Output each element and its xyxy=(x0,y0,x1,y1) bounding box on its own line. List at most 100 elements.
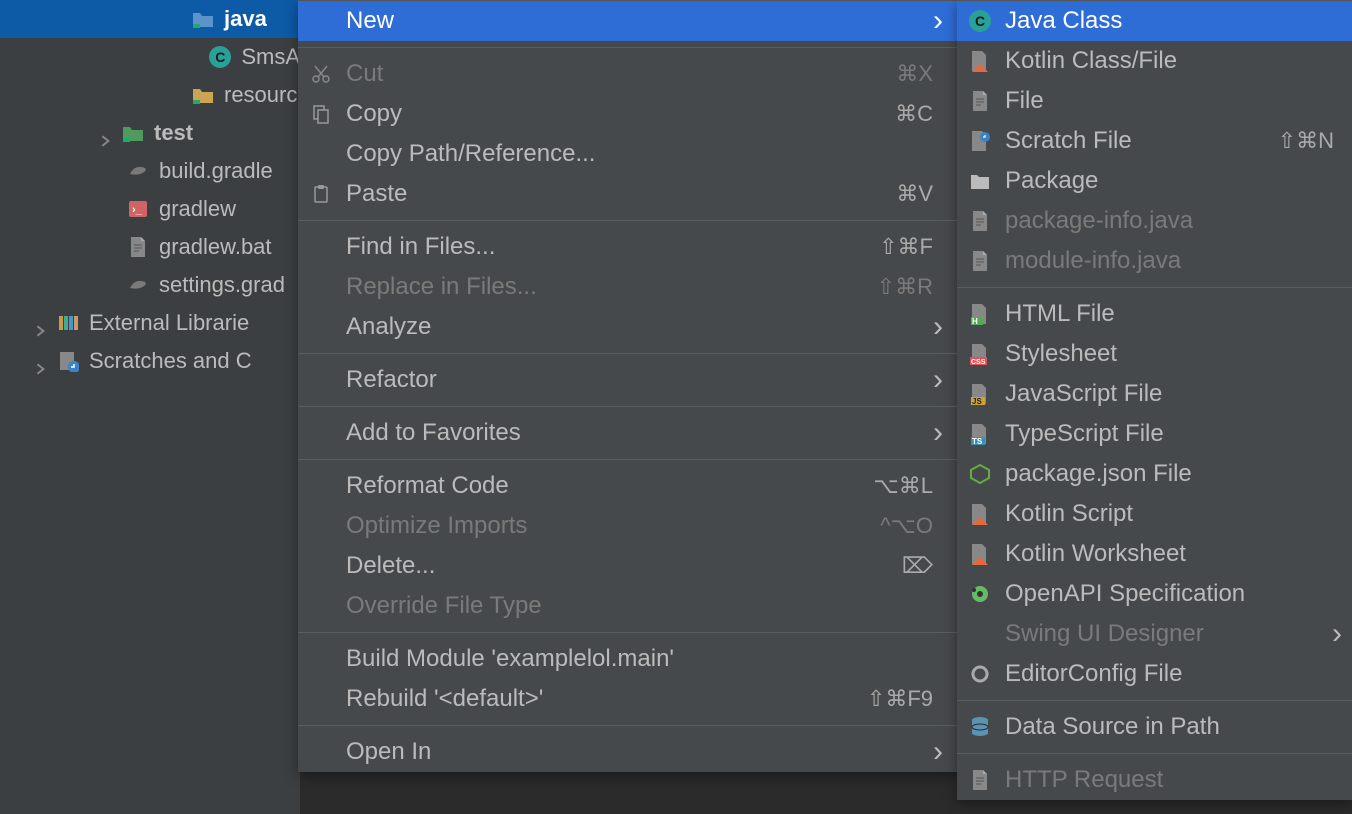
menu-item-new[interactable]: New xyxy=(298,1,957,41)
tree-item-test[interactable]: test xyxy=(0,114,300,152)
menu-separator xyxy=(298,725,957,726)
context-menu[interactable]: New Cut⌘X Copy ⌘C Copy Path/Reference...Past… xyxy=(298,0,958,772)
new-submenu[interactable]: CJava Class Kotlin Class/File FileScratch … xyxy=(957,0,1352,800)
menu-item-data-source-in-path[interactable]: Data Source in Path xyxy=(957,707,1352,747)
menu-item-replace-in-files-: Replace in Files...⇧⌘R xyxy=(298,267,957,307)
menu-shortcut: ⇧⌘F9 xyxy=(867,686,933,712)
menu-item-kotlin-class-file[interactable]: Kotlin Class/File xyxy=(957,41,1352,81)
menu-item-find-in-files-[interactable]: Find in Files...⇧⌘F xyxy=(298,227,957,267)
tree-item-settings-grad[interactable]: settings.grad xyxy=(0,266,300,304)
menu-label: package-info.java xyxy=(1005,207,1193,235)
menu-item-override-file-type: Override File Type xyxy=(298,586,957,626)
chevron-right-icon[interactable] xyxy=(35,317,47,329)
menu-item-add-to-favorites[interactable]: Add to Favorites xyxy=(298,413,957,453)
menu-item-copy-path-reference-[interactable]: Copy Path/Reference... xyxy=(298,134,957,174)
class-c-icon: C xyxy=(969,10,991,32)
file-dim-icon xyxy=(969,210,991,232)
menu-item-scratch-file[interactable]: Scratch File⇧⌘N xyxy=(957,121,1352,161)
chevron-right-icon[interactable] xyxy=(35,355,47,367)
menu-label: Optimize Imports xyxy=(346,512,527,540)
menu-label: package.json File xyxy=(1005,460,1192,488)
menu-item-file[interactable]: File xyxy=(957,81,1352,121)
menu-label: Refactor xyxy=(346,366,437,394)
menu-item-cut: Cut⌘X xyxy=(298,54,957,94)
tree-item-scratches-and-c[interactable]: Scratches and C xyxy=(0,342,300,380)
gear-icon xyxy=(969,664,991,684)
menu-label: Override File Type xyxy=(346,592,542,620)
menu-label: Kotlin Worksheet xyxy=(1005,540,1186,568)
menu-item-html-file[interactable]: H HTML File xyxy=(957,294,1352,334)
file-dim-icon xyxy=(969,250,991,272)
tree-label: settings.grad xyxy=(159,272,285,298)
menu-item-delete-[interactable]: Delete...⌦ xyxy=(298,546,957,586)
menu-label: Stylesheet xyxy=(1005,340,1117,368)
svg-text:JS: JS xyxy=(972,397,982,405)
menu-item-package[interactable]: Package xyxy=(957,161,1352,201)
tree-item-gradlew-bat[interactable]: gradlew.bat xyxy=(0,228,300,266)
menu-label: Reformat Code xyxy=(346,472,509,500)
menu-item-build-module-examplelol-main-[interactable]: Build Module 'examplelol.main' xyxy=(298,639,957,679)
paste-icon xyxy=(310,184,332,204)
menu-separator xyxy=(298,632,957,633)
svg-text:H: H xyxy=(972,317,978,325)
tree-item-gradlew[interactable]: ›_gradlew xyxy=(0,190,300,228)
tree-item-external-librarie[interactable]: External Librarie xyxy=(0,304,300,342)
menu-label: Kotlin Script xyxy=(1005,500,1133,528)
project-tree[interactable]: javaCSmsAresourctestbuild.gradle›_gradle… xyxy=(0,0,300,814)
svg-text:›_: ›_ xyxy=(132,204,143,216)
menu-item-analyze[interactable]: Analyze xyxy=(298,307,957,347)
tree-label: java xyxy=(224,6,267,32)
tree-label: SmsA xyxy=(241,44,300,70)
tree-label: External Librarie xyxy=(89,310,249,336)
html-icon: H xyxy=(969,303,991,325)
menu-item-package-json-file[interactable]: package.json File xyxy=(957,454,1352,494)
menu-shortcut: ^⌥O xyxy=(880,513,933,539)
menu-label: module-info.java xyxy=(1005,247,1181,275)
scratch-icon xyxy=(57,350,79,372)
menu-item-openapi-specification[interactable]: OpenAPI Specification xyxy=(957,574,1352,614)
menu-label: OpenAPI Specification xyxy=(1005,580,1245,608)
menu-item-kotlin-worksheet[interactable]: Kotlin Worksheet xyxy=(957,534,1352,574)
folder-src-icon xyxy=(192,8,214,30)
menu-shortcut: ⌘C xyxy=(895,101,933,127)
db-icon xyxy=(969,716,991,738)
menu-label: Swing UI Designer xyxy=(1005,620,1204,648)
gradle-icon xyxy=(127,274,149,296)
menu-item-typescript-file[interactable]: TSTypeScript File xyxy=(957,414,1352,454)
tree-item-resourc[interactable]: resourc xyxy=(0,76,300,114)
package-icon xyxy=(969,172,991,190)
menu-item-stylesheet[interactable]: CSSStylesheet xyxy=(957,334,1352,374)
menu-label: Package xyxy=(1005,167,1098,195)
copy-icon xyxy=(310,104,332,124)
menu-label: HTML File xyxy=(1005,300,1115,328)
tree-label: test xyxy=(154,120,193,146)
menu-label: Kotlin Class/File xyxy=(1005,47,1177,75)
menu-separator xyxy=(957,700,1352,701)
menu-item-reformat-code[interactable]: Reformat Code⌥⌘L xyxy=(298,466,957,506)
menu-item-copy[interactable]: Copy ⌘C xyxy=(298,94,957,134)
menu-item-rebuild-default-[interactable]: Rebuild '<default>'⇧⌘F9 xyxy=(298,679,957,719)
folder-test-icon xyxy=(122,122,144,144)
lib-icon xyxy=(57,312,79,334)
menu-item-open-in[interactable]: Open In xyxy=(298,732,957,772)
menu-item-paste[interactable]: Paste⌘V xyxy=(298,174,957,214)
menu-item-javascript-file[interactable]: JSJavaScript File xyxy=(957,374,1352,414)
menu-item-optimize-imports: Optimize Imports ^⌥O xyxy=(298,506,957,546)
chevron-right-icon[interactable] xyxy=(100,127,112,139)
menu-item-kotlin-script[interactable]: Kotlin Script xyxy=(957,494,1352,534)
menu-separator xyxy=(298,406,957,407)
shell-icon: ›_ xyxy=(127,198,149,220)
tree-label: resourc xyxy=(224,82,297,108)
menu-label: TypeScript File xyxy=(1005,420,1164,448)
openapi-icon xyxy=(969,584,991,604)
kotlin-icon xyxy=(969,543,991,565)
menu-item-editorconfig-file[interactable]: EditorConfig File xyxy=(957,654,1352,694)
menu-item-refactor[interactable]: Refactor xyxy=(298,360,957,400)
menu-label: Build Module 'examplelol.main' xyxy=(346,645,674,673)
tree-item-build-gradle[interactable]: build.gradle xyxy=(0,152,300,190)
tree-item-smsa[interactable]: CSmsA xyxy=(0,38,300,76)
menu-item-java-class[interactable]: CJava Class xyxy=(957,1,1352,41)
node-icon xyxy=(969,464,991,484)
menu-label: Copy xyxy=(346,100,402,128)
tree-item-java[interactable]: java xyxy=(0,0,300,38)
